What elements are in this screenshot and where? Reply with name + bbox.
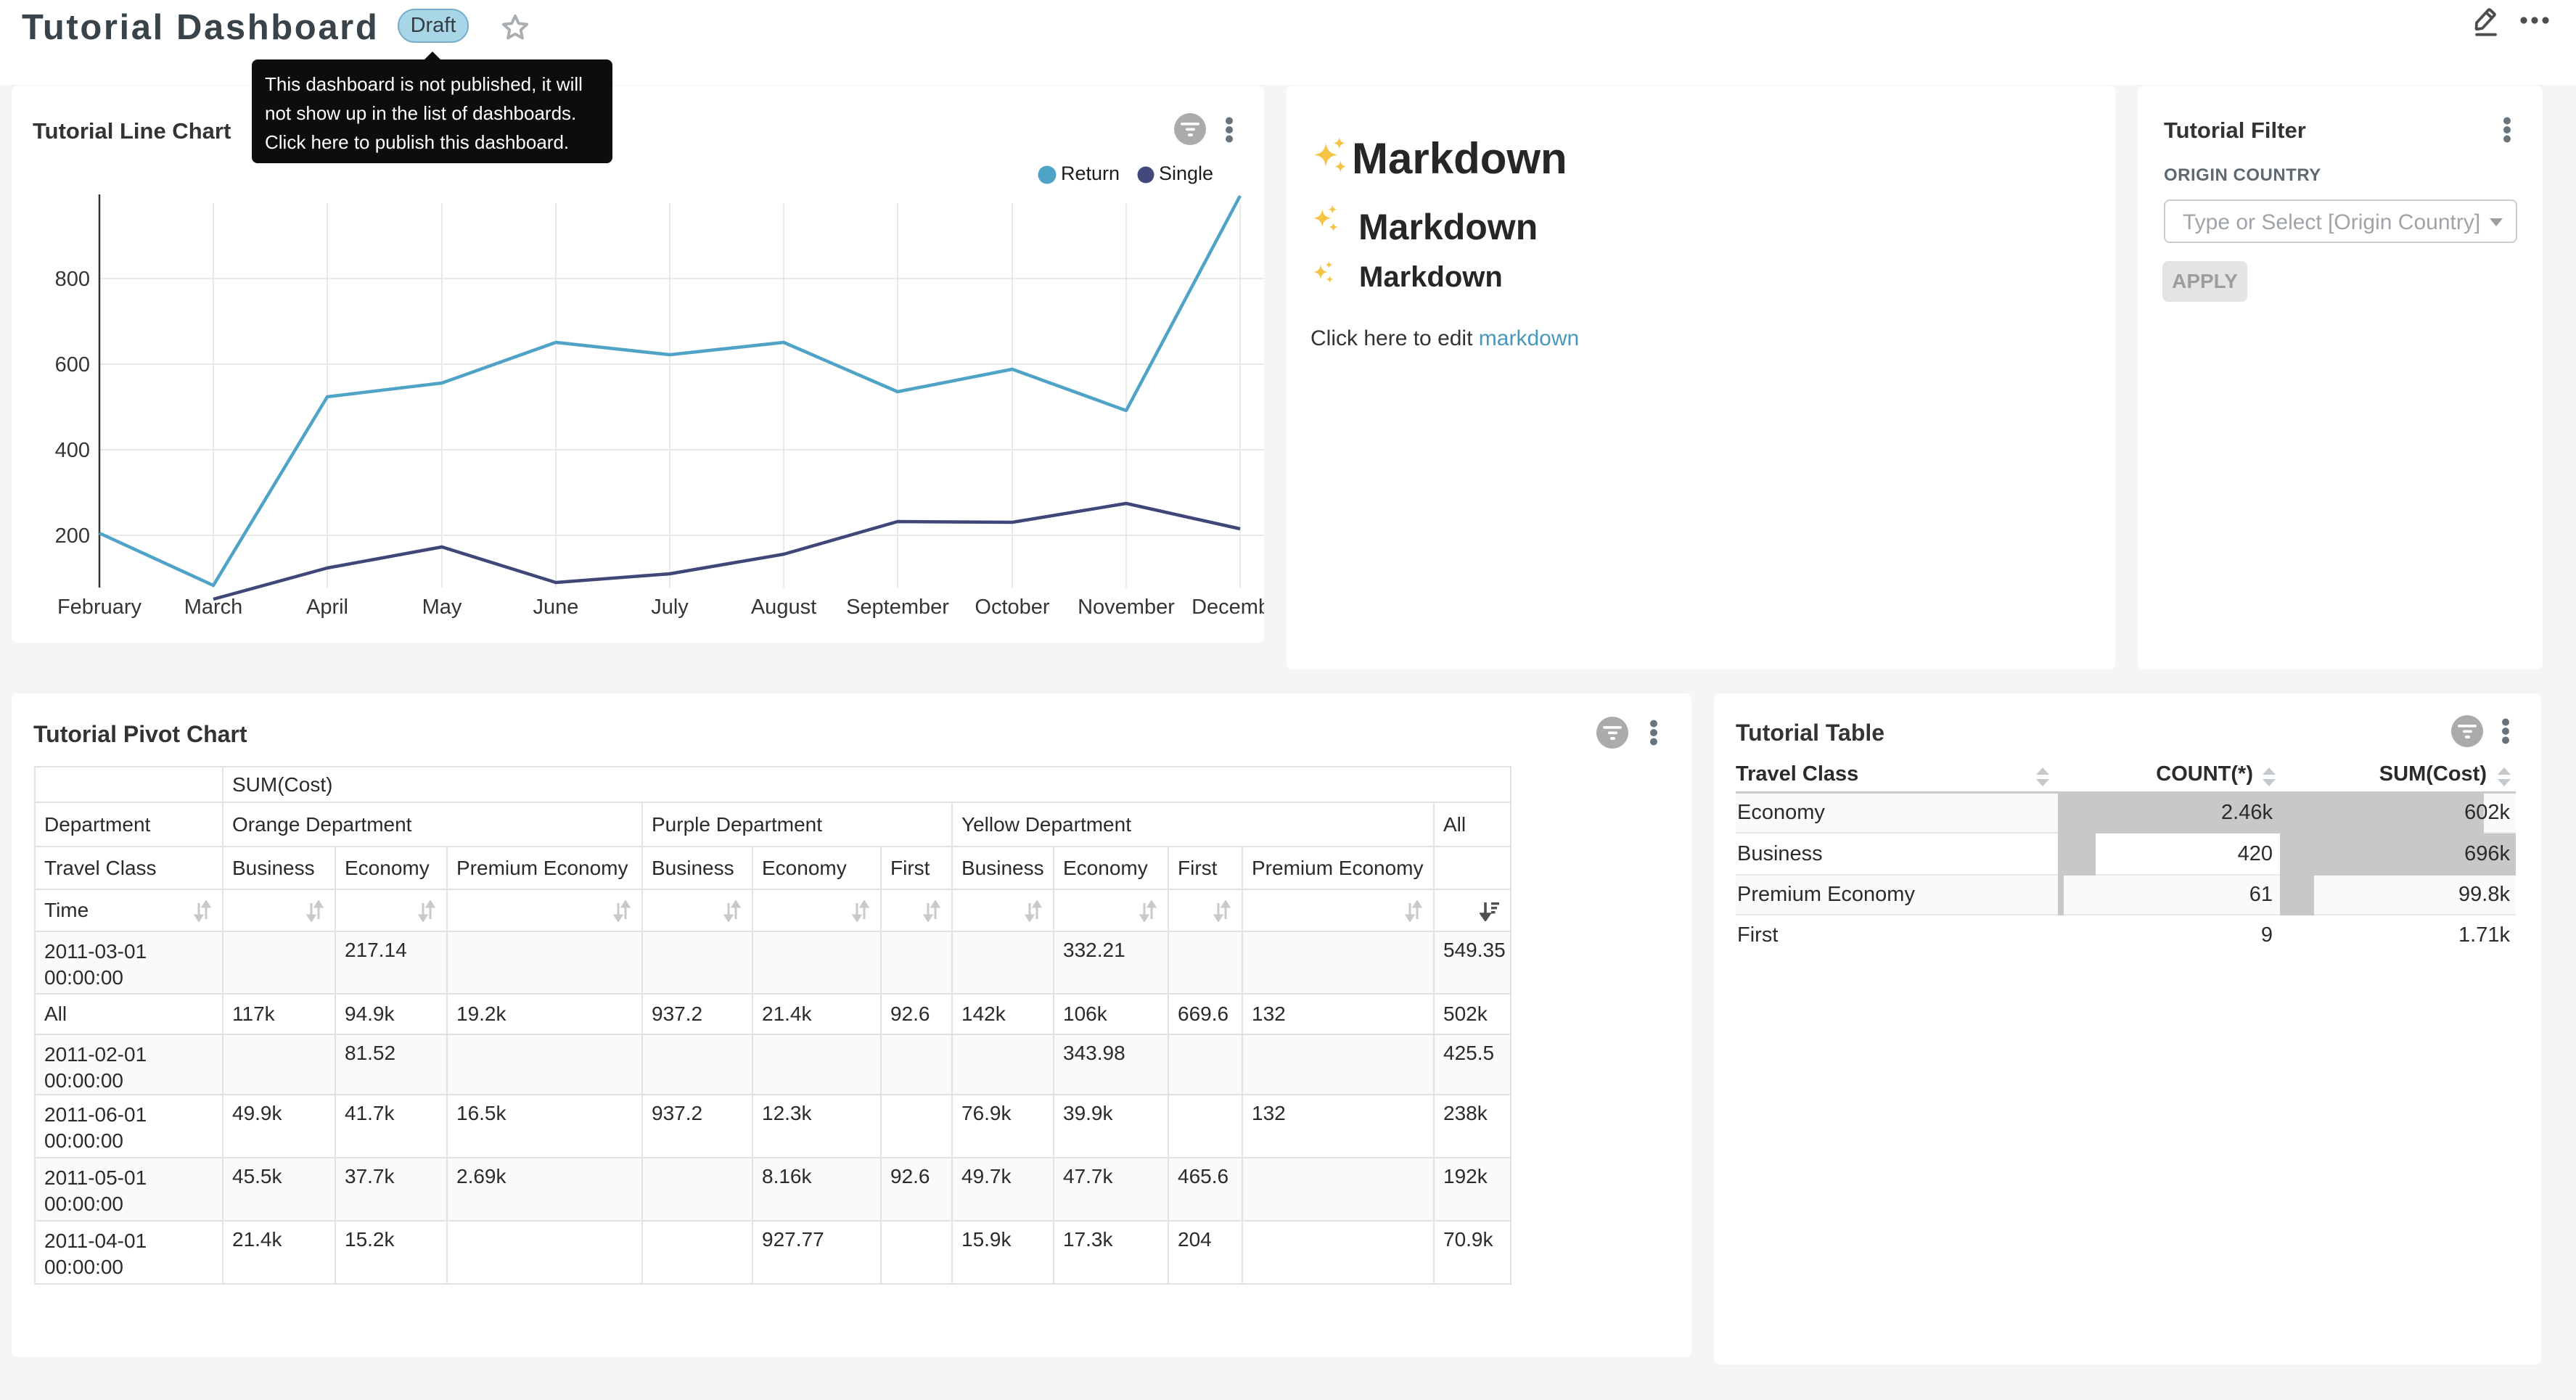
svg-text:April: April	[306, 596, 348, 619]
svg-text:December: December	[1191, 596, 1264, 619]
svg-text:October: October	[975, 596, 1049, 619]
svg-text:August: August	[751, 596, 816, 619]
svg-text:600: 600	[55, 353, 90, 376]
svg-text:November: November	[1078, 596, 1175, 619]
svg-text:July: July	[651, 596, 689, 619]
svg-text:September: September	[846, 596, 949, 619]
svg-text:800: 800	[55, 268, 90, 291]
svg-text:February: February	[57, 596, 142, 619]
svg-text:200: 200	[55, 524, 90, 548]
svg-text:400: 400	[55, 439, 90, 462]
svg-text:May: May	[422, 596, 462, 619]
svg-text:June: June	[533, 596, 579, 619]
